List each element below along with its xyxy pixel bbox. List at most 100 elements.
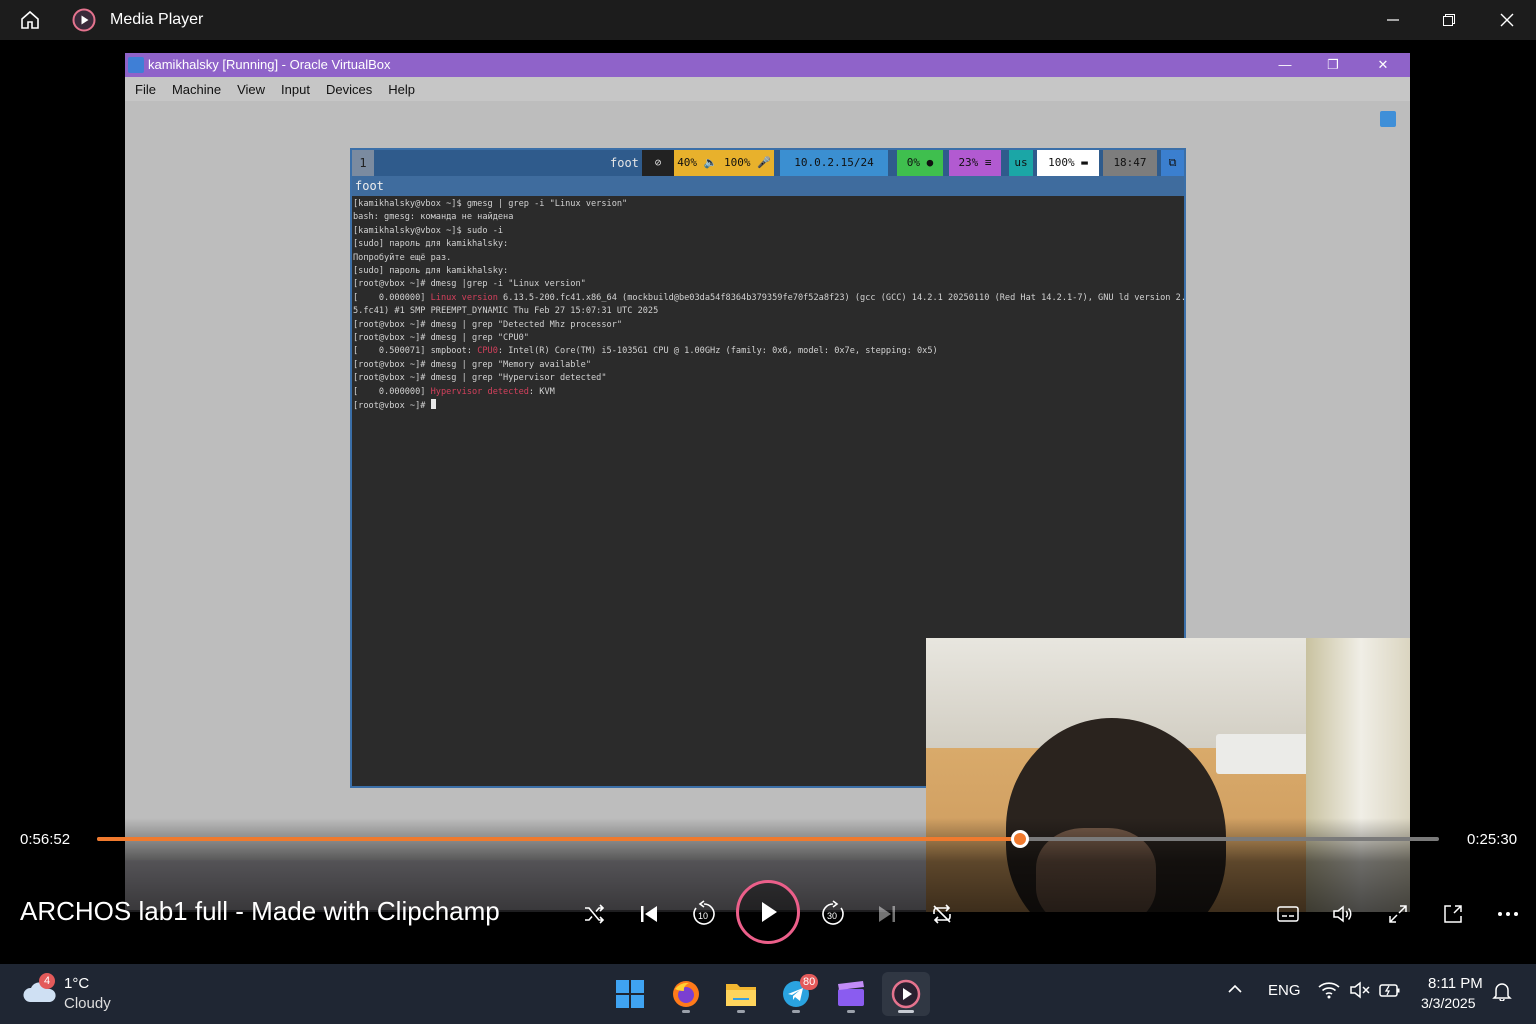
forward-30-icon: 30 — [822, 900, 844, 925]
status-module: 10.0.2.15/24 — [780, 150, 888, 176]
restore-icon — [1443, 14, 1455, 26]
fullscreen-icon — [1389, 905, 1407, 923]
status-module: 0% ● — [897, 150, 943, 176]
clipchamp-icon — [838, 981, 864, 1006]
shuffle-icon — [585, 904, 605, 924]
taskbar-telegram[interactable]: 80 — [772, 972, 820, 1016]
home-button[interactable] — [14, 6, 46, 34]
input-language[interactable]: ENG — [1268, 982, 1301, 999]
telegram-running-indicator — [792, 1010, 800, 1013]
minimize-button[interactable] — [1365, 0, 1421, 40]
terminal-line: [root@vbox ~]# dmesg | grep "Hypervisor … — [353, 373, 607, 384]
taskbar-media-player[interactable] — [882, 972, 930, 1016]
forward-30-button[interactable]: 30 — [815, 896, 851, 932]
shuffle-button[interactable] — [576, 896, 612, 932]
firefox-icon — [673, 981, 699, 1007]
play-button[interactable] — [736, 880, 800, 944]
vbox-close-icon: ✕ — [1377, 57, 1389, 72]
repeat-off-icon — [933, 904, 951, 924]
vbox-menu-file: File — [135, 81, 156, 97]
terminal-title: foot — [355, 179, 384, 193]
battery-button[interactable] — [1378, 981, 1402, 1003]
show-hidden-icons-button[interactable] — [1226, 980, 1244, 1002]
repeat-button[interactable] — [924, 896, 960, 932]
media-player-logo-icon — [72, 8, 96, 32]
virtualbox-icon — [128, 57, 144, 73]
workspace-indicator: 1 — [352, 150, 374, 176]
status-module: 18:47 — [1103, 150, 1157, 176]
vbox-restore-icon: ❐ — [1327, 57, 1339, 72]
notification-bell-icon — [1492, 983, 1512, 1002]
skip-previous-icon — [641, 906, 657, 922]
folder-icon — [726, 984, 756, 1006]
subtitles-button[interactable] — [1270, 896, 1306, 932]
telegram-badge: 80 — [800, 974, 819, 990]
media-player-icon — [891, 979, 921, 1009]
status-module: ⧉ — [1161, 150, 1184, 176]
mini-player-icon — [1444, 905, 1462, 923]
media-player-active-indicator — [898, 1010, 914, 1013]
battery-charging-icon — [1379, 984, 1400, 997]
subtitles-icon — [1277, 906, 1299, 922]
app-title: Media Player — [110, 11, 204, 28]
media-player-window: Media Player kamikhalsky [Running] - Ora… — [0, 0, 1536, 1024]
notifications-button[interactable] — [1492, 981, 1512, 1005]
terminal-line: bash: gmesg: команда не найдена — [353, 212, 514, 223]
skip-next-icon — [879, 906, 895, 922]
weather-badge: 4 — [39, 973, 55, 989]
terminal-line: [ 0.500071] smpboot: CPU0: Intel(R) Core… — [353, 346, 938, 357]
terminal-line: [root@vbox ~]# dmesg |grep -i "Linux ver… — [353, 279, 586, 290]
vbox-menu-view: View — [237, 81, 266, 97]
terminal-line: [root@vbox ~]# dmesg | grep "Memory avai… — [353, 359, 591, 370]
seek-bar-thumb[interactable] — [1011, 830, 1029, 848]
firefox-running-indicator — [682, 1010, 690, 1013]
taskbar-firefox[interactable] — [662, 972, 710, 1016]
time-elapsed: 0:56:52 — [20, 831, 71, 848]
clock-date[interactable]: 3/3/2025 — [1421, 995, 1476, 1011]
seek-bar-progress — [97, 837, 1020, 841]
status-module: us — [1009, 150, 1033, 176]
previous-button[interactable] — [631, 896, 667, 932]
terminal-line: [ 0.000000] Hypervisor detected: KVM — [353, 386, 555, 397]
status-module: 23% ≡ — [949, 150, 1001, 176]
vbox-menu-help: Help — [388, 81, 415, 97]
terminal-title-bar: foot — [352, 176, 1184, 196]
virtualbox-menu-bar: File Machine View Input Devices Help — [125, 77, 1410, 101]
time-remaining: 0:25:30 — [1467, 831, 1518, 848]
mini-player-button[interactable] — [1435, 896, 1471, 932]
terminal-line: [kamikhalsky@vbox ~]$ sudo -i — [353, 225, 504, 236]
more-options-button[interactable] — [1490, 896, 1526, 932]
chevron-up-icon — [1228, 984, 1242, 993]
windows-taskbar: 4 1°C Cloudy 80 ENG 8:11 PM 3/3/2025 — [0, 964, 1536, 1024]
notification-icon — [1380, 111, 1396, 127]
status-bar-app: foot — [610, 156, 639, 170]
terminal-line: [kamikhalsky@vbox ~]$ gmesg | grep -i "L… — [353, 199, 628, 209]
minimize-icon — [1387, 19, 1399, 21]
virtualbox-title-bar: kamikhalsky [Running] - Oracle VirtualBo… — [125, 53, 1410, 77]
rewind-10-button[interactable]: 10 — [686, 896, 722, 932]
volume-tray-button[interactable] — [1349, 981, 1371, 1003]
next-button[interactable] — [869, 896, 905, 932]
close-button[interactable] — [1479, 0, 1535, 40]
clipchamp-running-indicator — [847, 1010, 855, 1013]
player-controls: 0:56:52 0:25:30 ARCHOS lab1 full - Made … — [0, 818, 1536, 964]
clock-time[interactable]: 8:11 PM — [1428, 975, 1483, 992]
volume-button[interactable] — [1325, 896, 1361, 932]
media-title: ARCHOS lab1 full - Made with Clipchamp — [20, 896, 500, 926]
explorer-running-indicator — [737, 1010, 745, 1013]
status-module: 100% ▬ — [1037, 150, 1099, 176]
wifi-button[interactable] — [1318, 981, 1340, 1003]
fullscreen-button[interactable] — [1380, 896, 1416, 932]
svg-text:30: 30 — [827, 911, 837, 921]
rewind-10-icon: 10 — [693, 900, 715, 925]
video-surface[interactable]: kamikhalsky [Running] - Oracle VirtualBo… — [0, 40, 1536, 912]
start-button[interactable] — [606, 972, 654, 1016]
taskbar-file-explorer[interactable] — [717, 972, 765, 1016]
terminal-line: Попробуйте ещё раз. — [353, 252, 452, 263]
seek-bar[interactable] — [97, 830, 1439, 848]
restore-button[interactable] — [1421, 0, 1477, 40]
play-icon — [762, 902, 777, 922]
terminal-cursor — [430, 399, 436, 410]
taskbar-clipchamp[interactable] — [827, 972, 875, 1016]
terminal-line: [root@vbox ~]# — [353, 399, 1184, 413]
